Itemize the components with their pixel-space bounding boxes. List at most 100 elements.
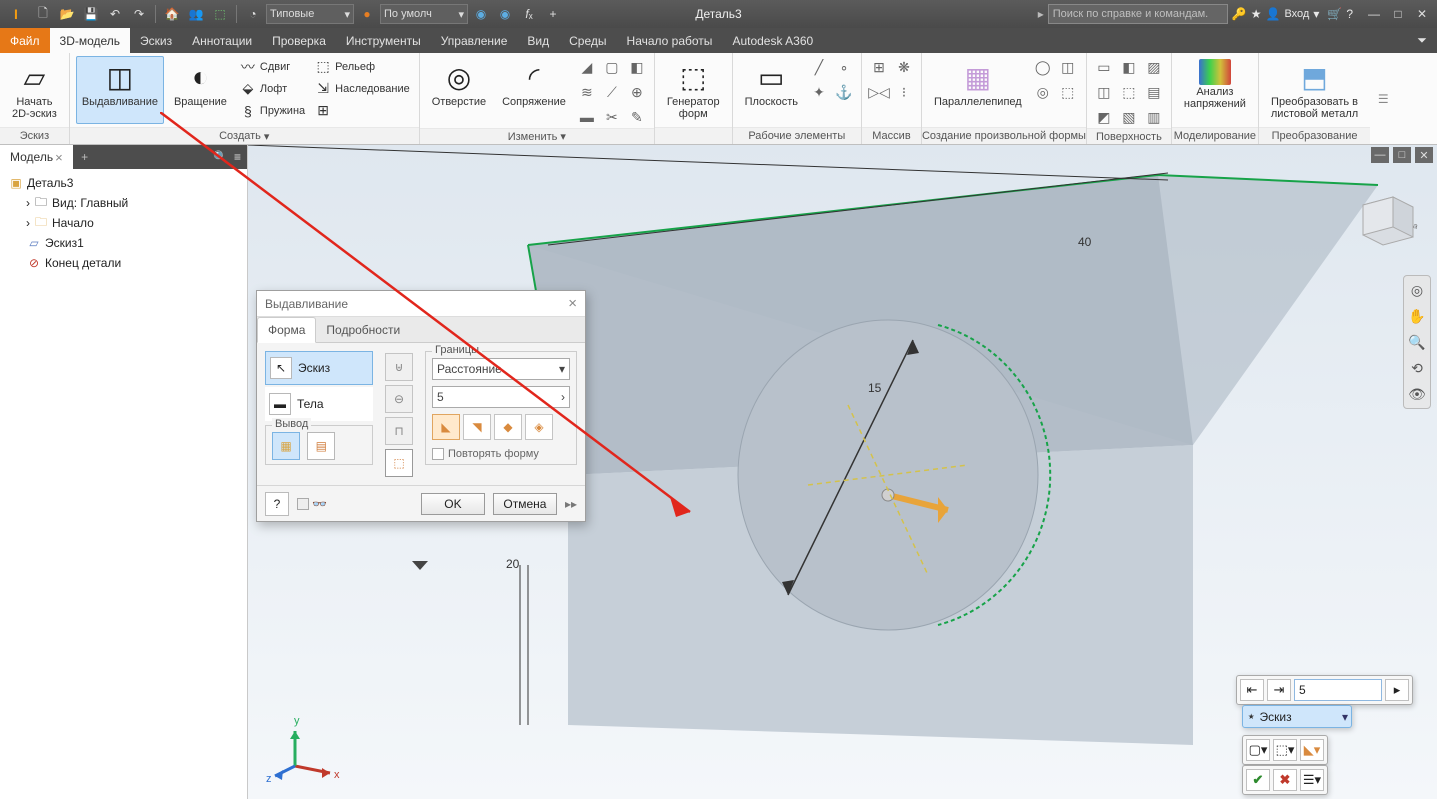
tab-annotate[interactable]: Аннотации [182, 28, 262, 53]
close-tab-icon[interactable]: × [55, 150, 63, 165]
extents-type-combo[interactable]: Расстояние▾ [432, 358, 570, 380]
dialog-help-icon[interactable]: ? [265, 492, 289, 516]
mini-distance-field[interactable]: 5 [1294, 679, 1382, 701]
tab-environments[interactable]: Среды [559, 28, 616, 53]
cancel-button[interactable]: Отмена [493, 493, 557, 515]
search-expand-icon[interactable]: ▸ [1038, 7, 1044, 21]
material-icon[interactable]: ◔ [242, 3, 264, 25]
ucs-icon[interactable]: ✦ [808, 81, 830, 103]
mini-ok-button[interactable]: ✔ [1246, 769, 1270, 791]
ok-button[interactable]: OK [421, 493, 485, 515]
nav-zoom-icon[interactable]: 🔍 [1407, 332, 1427, 352]
vp-max-icon[interactable]: □ [1393, 147, 1411, 163]
dialog-expand-icon[interactable]: ▸▸ [565, 497, 577, 511]
new-icon[interactable]: 🗋 [32, 3, 54, 25]
add-tab-icon[interactable]: + [73, 150, 97, 164]
surf7-icon[interactable]: ◩ [1093, 106, 1115, 128]
dir-asym-button[interactable]: ◈ [525, 414, 553, 440]
dialog-close-icon[interactable]: × [568, 295, 577, 312]
sketch-pattern-icon[interactable]: ⁝ [893, 81, 915, 103]
mini-dim-icon[interactable]: ⇤ [1240, 679, 1264, 701]
profile-picker[interactable]: ↖ Эскиз [265, 351, 373, 385]
browser-search-icon[interactable]: 🔍 [213, 150, 228, 164]
dialog-tab-shape[interactable]: Форма [257, 317, 316, 343]
dir-1-button[interactable]: ◣ [432, 414, 460, 440]
plane-button[interactable]: ▭ Плоскость [739, 56, 804, 124]
op-cut-button[interactable]: ⊖ [385, 385, 413, 413]
tree-view[interactable]: ›🗀Вид: Главный [22, 193, 243, 213]
op-join-button[interactable]: ⊎ [385, 353, 413, 381]
direct-edit-icon[interactable]: ✎ [626, 106, 648, 128]
open-icon[interactable]: 📂 [56, 3, 78, 25]
star-icon[interactable]: ★ [1251, 7, 1262, 21]
fx-icon[interactable]: fₓ [518, 3, 540, 25]
minimize-button[interactable]: — [1363, 4, 1385, 24]
surf1-icon[interactable]: ▭ [1093, 56, 1115, 78]
close-button[interactable]: ✕ [1411, 4, 1433, 24]
revolve-button[interactable]: ◐ Вращение [168, 56, 233, 124]
save-icon[interactable]: 💾 [80, 3, 102, 25]
redo-icon[interactable]: ↷ [128, 3, 150, 25]
surf5-icon[interactable]: ⬚ [1118, 81, 1140, 103]
tree-root[interactable]: ▣Деталь3 [4, 173, 243, 193]
style-combo[interactable]: Типовые▾ [266, 4, 354, 24]
rib-button[interactable]: ⊞ [312, 100, 413, 121]
view-cube[interactable] [1353, 185, 1419, 251]
key-icon[interactable]: 🔑 [1232, 7, 1247, 21]
material-combo[interactable]: По умолч▾ [380, 4, 468, 24]
hole-button[interactable]: ◎ Отверстие [426, 56, 492, 124]
mini-cancel-button[interactable]: ✖ [1273, 769, 1297, 791]
derive-button[interactable]: ⇲Наследование [312, 78, 413, 99]
ribbon-expand-icon[interactable]: ⏷ [1407, 28, 1437, 53]
nav-wheel-icon[interactable]: ◎ [1407, 280, 1427, 300]
tab-tools[interactable]: Инструменты [336, 28, 431, 53]
sign-in-link[interactable]: Вход [1284, 8, 1309, 20]
match-shape-check[interactable]: Повторять форму [432, 448, 570, 460]
thicken-icon[interactable]: ▬ [576, 106, 598, 128]
search-box[interactable]: Поиск по справке и командам. [1048, 4, 1228, 24]
surf3-icon[interactable]: ▨ [1143, 56, 1165, 78]
split-icon[interactable]: ⟋ [601, 81, 623, 103]
dialog-tab-more[interactable]: Подробности [316, 317, 410, 342]
dropdown-icon[interactable]: ▾ [1313, 7, 1319, 21]
convert-sheet-metal-button[interactable]: ⬒ Преобразовать в листовой металл [1265, 56, 1364, 124]
grounded-icon[interactable]: ⚓ [833, 81, 855, 103]
output-solid-button[interactable]: ▦ [272, 432, 300, 460]
plus-icon[interactable]: + [542, 3, 564, 25]
sweep-button[interactable]: 〰Сдвиг [237, 56, 308, 77]
surf6-icon[interactable]: ▤ [1143, 81, 1165, 103]
vp-min-icon[interactable]: — [1371, 147, 1389, 163]
tab-3d-model[interactable]: 3D-модель [50, 28, 131, 53]
ff-torus-icon[interactable]: ◎ [1032, 81, 1054, 103]
dir-2-button[interactable]: ◥ [463, 414, 491, 440]
combine-icon[interactable]: ⊕ [626, 81, 648, 103]
tab-a360[interactable]: Autodesk A360 [722, 28, 823, 53]
distance-field[interactable]: 5› [432, 386, 570, 408]
delete-face-icon[interactable]: ✂ [601, 106, 623, 128]
draft-icon[interactable]: ◧ [626, 56, 648, 78]
tab-view[interactable]: Вид [517, 28, 559, 53]
vp-close-icon[interactable]: ✕ [1415, 147, 1433, 163]
undo-icon[interactable]: ↶ [104, 3, 126, 25]
surf2-icon[interactable]: ◧ [1118, 56, 1140, 78]
nav-look-icon[interactable]: 👁 [1407, 384, 1427, 404]
surf9-icon[interactable]: ▥ [1143, 106, 1165, 128]
surf8-icon[interactable]: ▧ [1118, 106, 1140, 128]
tree-end-of-part[interactable]: ⊘Конец детали [22, 253, 243, 273]
dir-sym-button[interactable]: ◆ [494, 414, 522, 440]
mini-profile-dropdown-icon[interactable]: ▾ [1342, 710, 1348, 724]
op-intersect-button[interactable]: ⊓ [385, 417, 413, 445]
start-2d-sketch-button[interactable]: ▱ Начать 2D-эскиз [6, 56, 63, 124]
home-icon[interactable]: 🏠 [161, 3, 183, 25]
surf4-icon[interactable]: ◫ [1093, 81, 1115, 103]
shell-icon[interactable]: ▢ [601, 56, 623, 78]
appearance-icon[interactable]: ● [356, 3, 378, 25]
point-icon[interactable]: ∘ [833, 56, 855, 78]
browser-tab-model[interactable]: Модель× [0, 145, 73, 169]
mini-profile-label[interactable]: Эскиз [1259, 710, 1338, 724]
coil-button[interactable]: §Пружина [237, 100, 308, 121]
mini-options-icon[interactable]: ☰▾ [1300, 769, 1324, 791]
box-freeform-button[interactable]: ▦ Параллелепипед [928, 56, 1028, 124]
tab-file[interactable]: Файл [0, 28, 50, 53]
tab-sketch[interactable]: Эскиз [130, 28, 182, 53]
